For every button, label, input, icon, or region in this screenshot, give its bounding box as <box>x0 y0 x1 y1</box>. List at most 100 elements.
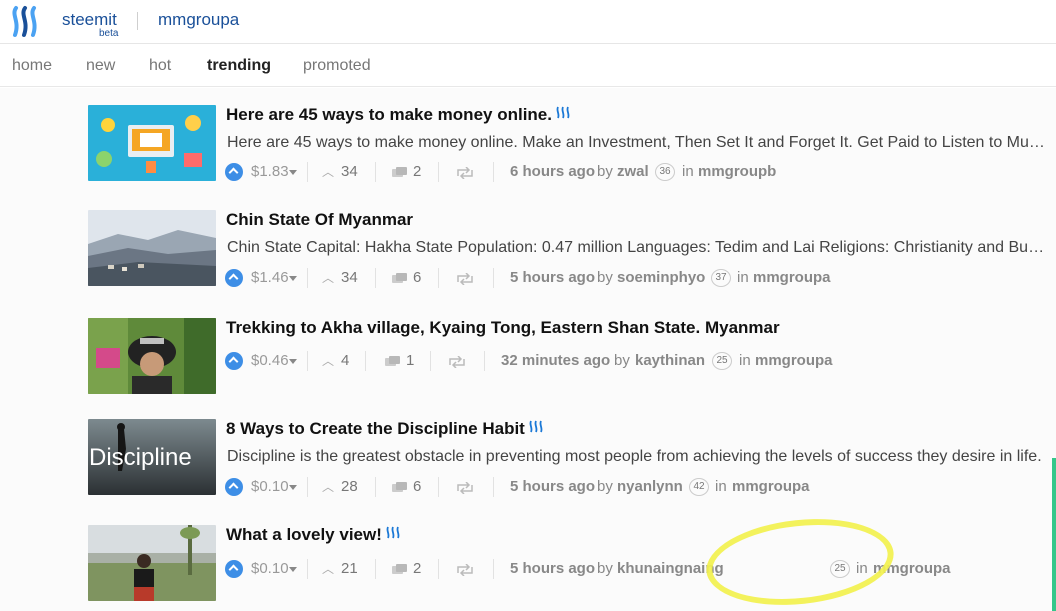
resteem-icon[interactable] <box>457 273 473 285</box>
meta-divider <box>375 559 376 579</box>
meta-divider <box>430 351 431 371</box>
author-reputation-badge: 42 <box>689 478 709 496</box>
post-category[interactable]: mmgroupa <box>755 351 833 371</box>
post-time[interactable]: 5 hours ago <box>510 268 595 288</box>
in-label: in <box>715 478 727 495</box>
meta-divider <box>493 268 494 288</box>
thumbnail-text: Discipline <box>89 444 192 471</box>
post-meta: $0.46 ︿ 4 1 32 minutes ago by kaythinan … <box>225 351 1045 375</box>
payout-value[interactable]: $0.46 <box>251 351 289 371</box>
post-time[interactable]: 32 minutes ago <box>501 351 610 371</box>
post-time[interactable]: 5 hours ago <box>510 477 595 497</box>
vote-count[interactable]: 34 <box>341 268 358 288</box>
post-author[interactable]: soeminphyo <box>617 268 705 288</box>
dropdown-caret-icon[interactable] <box>289 359 297 364</box>
steem-waves-icon <box>386 526 400 539</box>
post-title[interactable]: Here are 45 ways to make money online. <box>226 105 571 125</box>
community-name[interactable]: mmgroupa <box>158 10 239 30</box>
tab-home[interactable]: home <box>12 57 52 75</box>
resteem-icon[interactable] <box>457 564 473 576</box>
by-label: by <box>597 478 613 495</box>
upvote-icon[interactable] <box>225 560 243 578</box>
dropdown-caret-icon[interactable] <box>289 276 297 281</box>
vote-count[interactable]: 4 <box>341 351 349 371</box>
payout-value[interactable]: $0.10 <box>251 477 289 497</box>
post-summary[interactable]: Discipline is the greatest obstacle in p… <box>227 448 1047 466</box>
tab-hot[interactable]: hot <box>149 57 171 75</box>
votes-chevron-icon: ︿ <box>322 271 335 285</box>
tab-trending[interactable]: trending <box>207 57 271 75</box>
author-reputation-badge: 25 <box>712 352 732 370</box>
post-thumbnail[interactable] <box>88 105 216 181</box>
upvote-icon[interactable] <box>225 163 243 181</box>
vote-count[interactable]: 21 <box>341 559 358 579</box>
comment-count[interactable]: 2 <box>413 559 421 579</box>
vote-count[interactable]: 28 <box>341 477 358 497</box>
tab-promoted[interactable]: promoted <box>303 57 371 75</box>
resteem-icon[interactable] <box>457 167 473 179</box>
steemit-logo-icon[interactable] <box>10 5 46 39</box>
upvote-icon[interactable] <box>225 352 243 370</box>
post-summary[interactable]: Here are 45 ways to make money online. M… <box>227 134 1047 152</box>
post-title[interactable]: What a lovely view! <box>226 525 401 545</box>
post-list: Here are 45 ways to make money online. H… <box>0 88 1056 611</box>
post-time[interactable]: 6 hours ago <box>510 162 595 182</box>
meta-divider <box>307 351 308 371</box>
post-category[interactable]: mmgroupb <box>698 162 776 182</box>
brand-name[interactable]: steemit <box>62 10 117 30</box>
comments-icon[interactable] <box>392 167 407 179</box>
dropdown-caret-icon[interactable] <box>289 567 297 572</box>
dropdown-caret-icon[interactable] <box>289 170 297 175</box>
post-thumbnail[interactable] <box>88 525 216 601</box>
post-author[interactable]: kaythinan <box>635 351 705 371</box>
dropdown-caret-icon[interactable] <box>289 485 297 490</box>
post-title[interactable]: Trekking to Akha village, Kyaing Tong, E… <box>226 318 780 338</box>
post-title[interactable]: 8 Ways to Create the Discipline Habit <box>226 419 544 439</box>
comments-icon[interactable] <box>385 356 400 368</box>
payout-value[interactable]: $0.10 <box>251 559 289 579</box>
post-thumbnail[interactable] <box>88 210 216 286</box>
post-author[interactable]: zwal <box>617 162 649 182</box>
post-thumbnail[interactable]: Discipline <box>88 419 216 495</box>
meta-divider <box>375 162 376 182</box>
payout-value[interactable]: $1.46 <box>251 268 289 288</box>
meta-divider <box>365 351 366 371</box>
tab-new[interactable]: new <box>86 57 115 75</box>
post-meta: $0.10 ︿ 28 6 5 hours ago by nyanlynn 42 … <box>225 477 1045 501</box>
post-item: Here are 45 ways to make money online. H… <box>88 105 1048 182</box>
comment-count[interactable]: 6 <box>413 268 421 288</box>
upvote-icon[interactable] <box>225 478 243 496</box>
resteem-icon[interactable] <box>449 356 465 368</box>
comments-icon[interactable] <box>392 482 407 494</box>
resteem-icon[interactable] <box>457 482 473 494</box>
in-label: in <box>682 163 694 180</box>
feed-tabs: home new hot trending promoted <box>0 45 1056 87</box>
brand-beta-label: beta <box>99 28 119 39</box>
meta-divider <box>307 162 308 182</box>
post-thumbnail[interactable] <box>88 318 216 394</box>
by-label: by <box>597 163 613 180</box>
post-author[interactable]: nyanlynn <box>617 477 683 497</box>
post-category[interactable]: mmgroupa <box>732 477 810 497</box>
meta-divider <box>375 477 376 497</box>
comments-icon[interactable] <box>392 564 407 576</box>
upvote-icon[interactable] <box>225 269 243 287</box>
payout-value[interactable]: $1.83 <box>251 162 289 182</box>
post-category[interactable]: mmgroupa <box>753 268 831 288</box>
post-meta: $1.46 ︿ 34 6 5 hours ago by soeminphyo 3… <box>225 268 1045 292</box>
votes-chevron-icon: ︿ <box>322 354 335 368</box>
post-time[interactable]: 5 hours ago <box>510 559 595 579</box>
comments-icon[interactable] <box>392 273 407 285</box>
meta-divider <box>493 559 494 579</box>
post-title[interactable]: Chin State Of Myanmar <box>226 210 413 230</box>
comment-count[interactable]: 6 <box>413 477 421 497</box>
post-item: Trekking to Akha village, Kyaing Tong, E… <box>88 318 1048 394</box>
comment-count[interactable]: 2 <box>413 162 421 182</box>
post-summary[interactable]: Chin State Capital: Hakha State Populati… <box>227 239 1047 257</box>
vote-count[interactable]: 34 <box>341 162 358 182</box>
meta-divider <box>307 559 308 579</box>
post-meta: $1.83 ︿ 34 2 6 hours ago by zwal 36 in m… <box>225 162 1045 186</box>
post-item: Discipline 8 Ways to Create the Discipli… <box>88 419 1048 497</box>
comment-count[interactable]: 1 <box>406 351 414 371</box>
in-label: in <box>737 269 749 286</box>
